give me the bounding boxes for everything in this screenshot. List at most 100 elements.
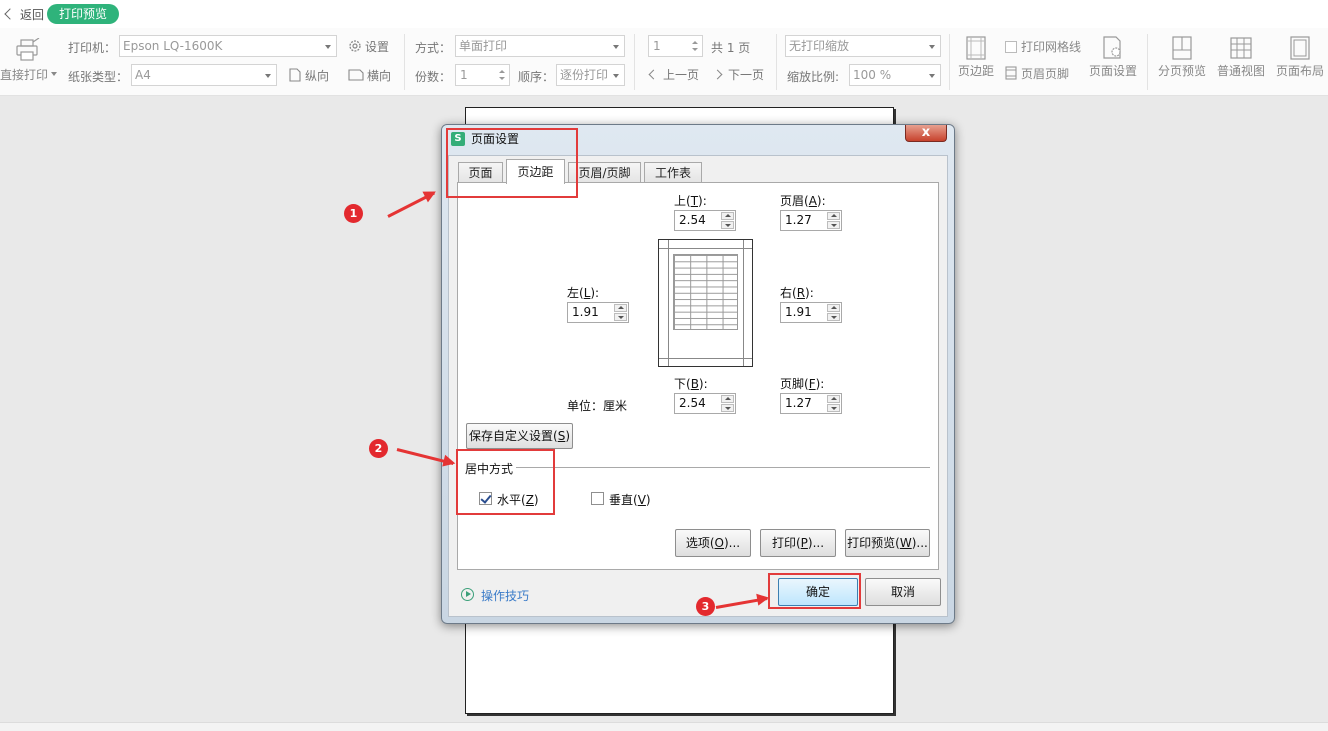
ribbon-separator [776,34,777,90]
bottom-margin-value: 2.54 [679,396,706,410]
printer-select-value: Epson LQ-1600K [123,39,223,53]
next-page-button[interactable]: 下一页 [712,66,765,83]
print-button[interactable]: 打印(P)... [760,529,836,557]
dialog-close-button[interactable]: x [905,125,947,142]
printer-select[interactable]: Epson LQ-1600K [119,35,337,57]
spin-down-icon[interactable] [721,221,734,229]
options-button[interactable]: 选项(O)... [675,529,751,557]
print-gridlines-checkbox[interactable] [1005,41,1017,53]
ribbon-separator [1147,34,1148,90]
preview-table-grid [673,254,738,330]
ribbon-separator [634,34,635,90]
header-footer-button[interactable]: 页眉页脚 [1005,65,1069,82]
dialog-body: 页面 页边距 页眉/页脚 工作表 上(T): 2.54 页眉(A): 1.27 … [448,155,948,617]
top-margin-input[interactable]: 2.54 [674,210,736,231]
normal-view-button[interactable]: 普通视图 [1214,36,1268,84]
spin-up-icon[interactable] [692,41,698,44]
spin-up-icon[interactable] [827,212,840,220]
landscape-button[interactable]: 横向 [348,67,391,84]
spin-up-icon[interactable] [721,212,734,220]
back-label: 返回 [20,7,45,22]
margins-icon [966,36,986,60]
spin-down-icon[interactable] [827,221,840,229]
zoom-select[interactable]: 100 % [849,64,941,86]
header-footer-icon [1005,66,1017,80]
header-footer-label: 页眉页脚 [1021,67,1070,81]
normal-view-label: 普通视图 [1216,64,1265,78]
mode-label: 方式： [415,41,452,55]
total-pages: 共 1 页 [711,41,751,55]
page-break-preview-button[interactable]: 分页预览 [1155,36,1209,84]
annotation-arrow-1 [387,191,436,218]
chevron-down-icon [265,74,271,78]
print-scaling-value: 无打印缩放 [789,39,850,53]
printer-settings-button[interactable]: 设置 [348,38,389,55]
ribbon-separator [949,34,950,90]
page-setup-button[interactable]: 页面设置 [1087,36,1139,84]
settings-label: 设置 [365,40,390,54]
spin-down-icon[interactable] [721,404,734,412]
print-preview-badge: 打印预览 [47,4,119,24]
annotation-badge-1: 1 [344,204,363,223]
tab-worksheet[interactable]: 工作表 [644,162,702,184]
spin-up-icon[interactable] [827,395,840,403]
spin-up-icon[interactable] [721,395,734,403]
chevron-down-icon [325,45,331,49]
spin-down-icon[interactable] [692,48,698,51]
tips-link[interactable]: 操作技巧 [481,587,529,604]
zoom-label: 缩放比例: [787,70,840,84]
top-margin-value: 2.54 [679,213,706,227]
header-margin-label: 页眉(A): [780,194,826,208]
landscape-page-icon [348,69,364,81]
chevron-left-icon [4,8,16,20]
print-preview-button[interactable]: 打印预览(W)... [845,529,930,557]
vertical-center-label: 垂直(V) [609,493,651,507]
printer-label: 打印机： [68,41,117,55]
footer-margin-input[interactable]: 1.27 [780,393,842,414]
tab-margins[interactable]: 页边距 [506,159,565,184]
bottom-margin-input[interactable]: 2.54 [674,393,736,414]
paper-type-select[interactable]: A4 [131,64,277,86]
direct-print-button[interactable]: 直接打印 [0,36,58,84]
copies-stepper[interactable]: 1 [455,64,510,86]
spin-up-icon[interactable] [614,304,627,312]
back-button[interactable]: 返回 [2,5,44,23]
print-scaling-select[interactable]: 无打印缩放 [785,35,941,57]
page-layout-button[interactable]: 页面布局 [1273,36,1327,84]
left-margin-input[interactable]: 1.91 [567,302,629,323]
vertical-center-option[interactable]: 垂直(V) [591,491,661,507]
spin-up-icon[interactable] [499,70,505,73]
portrait-button[interactable]: 纵向 [289,67,329,84]
annotation-badge-3: 3 [696,597,715,616]
page-layout-label: 页面布局 [1275,64,1324,78]
spin-down-icon[interactable] [614,313,627,321]
chevron-down-icon [929,74,935,78]
save-custom-settings-button[interactable]: 保存自定义设置(S) [466,423,573,449]
margins-button[interactable]: 页边距 [956,36,996,84]
next-page-label: 下一页 [728,68,765,82]
spin-down-icon[interactable] [827,313,840,321]
annotation-box-centering [456,449,555,515]
portrait-label: 纵向 [305,69,330,83]
print-order-select[interactable]: 逐份打印 [556,64,625,86]
annotation-badge-2: 2 [369,439,388,458]
page-break-preview-icon [1172,36,1192,60]
paper-type-value: A4 [135,68,151,82]
print-gridlines-label: 打印网格线 [1021,40,1082,54]
page-number-stepper[interactable]: 1 [648,35,703,57]
print-mode-select[interactable]: 单面打印 [455,35,625,57]
spin-down-icon[interactable] [499,77,505,80]
top-margin-label: 上(T): [674,194,707,208]
header-margin-input[interactable]: 1.27 [780,210,842,231]
landscape-label: 横向 [367,69,392,83]
tab-header-footer[interactable]: 页眉/页脚 [568,162,641,184]
right-margin-input[interactable]: 1.91 [780,302,842,323]
spin-down-icon[interactable] [827,404,840,412]
cancel-button[interactable]: 取消 [865,578,941,606]
prev-page-button[interactable]: 上一页 [648,66,699,83]
spin-up-icon[interactable] [827,304,840,312]
vertical-center-checkbox[interactable] [591,492,604,505]
left-margin-label: 左(L): [567,286,600,300]
print-gridlines-toggle[interactable]: 打印网格线 [1005,38,1081,55]
bottom-margin-label: 下(B): [674,377,708,391]
